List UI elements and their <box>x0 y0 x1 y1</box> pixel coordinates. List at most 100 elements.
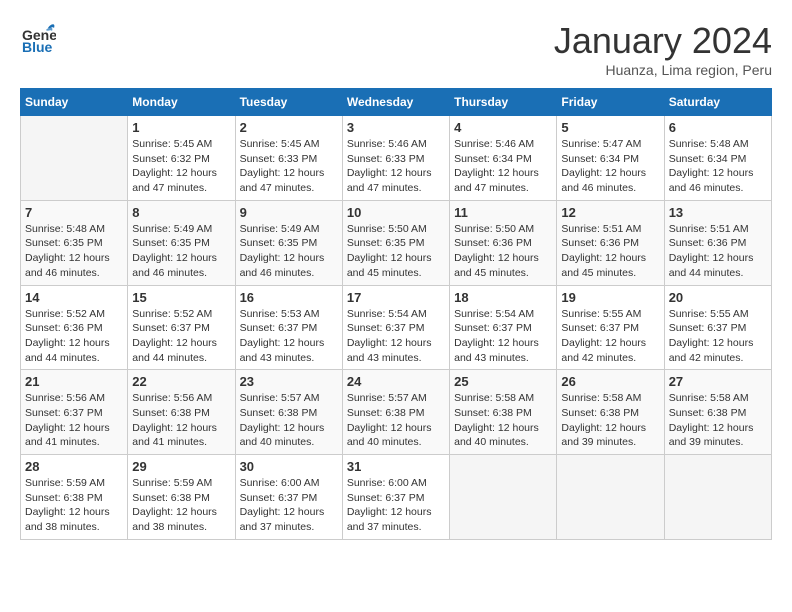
calendar-cell: 12Sunrise: 5:51 AMSunset: 6:36 PMDayligh… <box>557 200 664 285</box>
calendar-cell <box>450 455 557 540</box>
calendar-cell: 10Sunrise: 5:50 AMSunset: 6:35 PMDayligh… <box>342 200 449 285</box>
calendar-cell <box>664 455 771 540</box>
day-info: Sunrise: 5:46 AMSunset: 6:33 PMDaylight:… <box>347 137 445 196</box>
calendar-cell: 14 Sunrise: 5:52 AMSunset: 6:36 PMDayligh… <box>21 285 128 370</box>
calendar-week-5: 28 Sunrise: 5:59 AMSunset: 6:38 PMDayligh… <box>21 455 772 540</box>
day-info: Sunrise: 5:48 AMSunset: 6:34 PMDaylight:… <box>669 137 767 196</box>
day-number: 12 <box>561 205 659 220</box>
calendar-cell: 23Sunrise: 5:57 AMSunset: 6:38 PMDayligh… <box>235 370 342 455</box>
weekday-header-friday: Friday <box>557 89 664 116</box>
day-number: 4 <box>454 120 552 135</box>
day-number: 5 <box>561 120 659 135</box>
page-header: General Blue January 2024 Huanza, Lima r… <box>20 20 772 78</box>
calendar-header: SundayMondayTuesdayWednesdayThursdayFrid… <box>21 89 772 116</box>
location-subtitle: Huanza, Lima region, Peru <box>554 62 772 78</box>
day-number: 13 <box>669 205 767 220</box>
day-info: Sunrise: 5:45 AMSunset: 6:32 PMDaylight:… <box>132 137 230 196</box>
calendar-cell: 16 Sunrise: 5:53 AMSunset: 6:37 PMDayligh… <box>235 285 342 370</box>
day-number: 19 <box>561 290 659 305</box>
calendar-table: SundayMondayTuesdayWednesdayThursdayFrid… <box>20 88 772 540</box>
day-info: Sunrise: 5:59 AMSunset: 6:38 PMDaylight:… <box>25 476 123 535</box>
day-number: 23 <box>240 374 338 389</box>
day-info: Sunrise: 5:56 AMSunset: 6:37 PMDaylight:… <box>25 391 123 450</box>
calendar-cell: 21 Sunrise: 5:56 AMSunset: 6:37 PMDayligh… <box>21 370 128 455</box>
day-number: 26 <box>561 374 659 389</box>
day-number: 14 <box>25 290 123 305</box>
calendar-cell: 28 Sunrise: 5:59 AMSunset: 6:38 PMDayligh… <box>21 455 128 540</box>
day-info: Sunrise: 5:55 AMSunset: 6:37 PMDaylight:… <box>561 307 659 366</box>
calendar-week-2: 7 Sunrise: 5:48 AMSunset: 6:35 PMDaylight… <box>21 200 772 285</box>
logo-icon: General Blue <box>20 20 56 56</box>
calendar-cell <box>557 455 664 540</box>
day-info: Sunrise: 5:53 AMSunset: 6:37 PMDaylight:… <box>240 307 338 366</box>
day-number: 1 <box>132 120 230 135</box>
calendar-cell: 30 Sunrise: 6:00 AMSunset: 6:37 PMDayligh… <box>235 455 342 540</box>
calendar-cell: 9 Sunrise: 5:49 AMSunset: 6:35 PMDaylight… <box>235 200 342 285</box>
calendar-cell: 31Sunrise: 6:00 AMSunset: 6:37 PMDayligh… <box>342 455 449 540</box>
calendar-cell: 25 Sunrise: 5:58 AMSunset: 6:38 PMDayligh… <box>450 370 557 455</box>
calendar-cell <box>21 116 128 201</box>
month-title: January 2024 <box>554 20 772 62</box>
day-info: Sunrise: 5:56 AMSunset: 6:38 PMDaylight:… <box>132 391 230 450</box>
day-info: Sunrise: 5:58 AMSunset: 6:38 PMDaylight:… <box>561 391 659 450</box>
calendar-cell: 19 Sunrise: 5:55 AMSunset: 6:37 PMDayligh… <box>557 285 664 370</box>
day-info: Sunrise: 5:47 AMSunset: 6:34 PMDaylight:… <box>561 137 659 196</box>
day-info: Sunrise: 5:59 AMSunset: 6:38 PMDaylight:… <box>132 476 230 535</box>
day-info: Sunrise: 5:45 AMSunset: 6:33 PMDaylight:… <box>240 137 338 196</box>
svg-text:Blue: Blue <box>22 39 53 55</box>
day-info: Sunrise: 5:49 AMSunset: 6:35 PMDaylight:… <box>132 222 230 281</box>
calendar-cell: 2 Sunrise: 5:45 AMSunset: 6:33 PMDaylight… <box>235 116 342 201</box>
day-info: Sunrise: 5:55 AMSunset: 6:37 PMDaylight:… <box>669 307 767 366</box>
day-number: 7 <box>25 205 123 220</box>
calendar-cell: 17Sunrise: 5:54 AMSunset: 6:37 PMDayligh… <box>342 285 449 370</box>
calendar-week-4: 21 Sunrise: 5:56 AMSunset: 6:37 PMDayligh… <box>21 370 772 455</box>
day-number: 11 <box>454 205 552 220</box>
day-info: Sunrise: 5:51 AMSunset: 6:36 PMDaylight:… <box>669 222 767 281</box>
day-info: Sunrise: 5:50 AMSunset: 6:36 PMDaylight:… <box>454 222 552 281</box>
calendar-cell: 3Sunrise: 5:46 AMSunset: 6:33 PMDaylight… <box>342 116 449 201</box>
calendar-week-1: 1 Sunrise: 5:45 AMSunset: 6:32 PMDaylight… <box>21 116 772 201</box>
day-number: 2 <box>240 120 338 135</box>
weekday-header-monday: Monday <box>128 89 235 116</box>
day-number: 16 <box>240 290 338 305</box>
day-info: Sunrise: 6:00 AMSunset: 6:37 PMDaylight:… <box>347 476 445 535</box>
weekday-header-row: SundayMondayTuesdayWednesdayThursdayFrid… <box>21 89 772 116</box>
calendar-cell: 18Sunrise: 5:54 AMSunset: 6:37 PMDayligh… <box>450 285 557 370</box>
calendar-body: 1 Sunrise: 5:45 AMSunset: 6:32 PMDaylight… <box>21 116 772 540</box>
calendar-cell: 29 Sunrise: 5:59 AMSunset: 6:38 PMDayligh… <box>128 455 235 540</box>
logo: General Blue <box>20 20 56 56</box>
day-number: 22 <box>132 374 230 389</box>
day-number: 28 <box>25 459 123 474</box>
day-number: 24 <box>347 374 445 389</box>
day-number: 25 <box>454 374 552 389</box>
calendar-week-3: 14 Sunrise: 5:52 AMSunset: 6:36 PMDayligh… <box>21 285 772 370</box>
day-info: Sunrise: 5:49 AMSunset: 6:35 PMDaylight:… <box>240 222 338 281</box>
day-info: Sunrise: 5:52 AMSunset: 6:37 PMDaylight:… <box>132 307 230 366</box>
day-info: Sunrise: 5:48 AMSunset: 6:35 PMDaylight:… <box>25 222 123 281</box>
calendar-cell: 11 Sunrise: 5:50 AMSunset: 6:36 PMDayligh… <box>450 200 557 285</box>
calendar-cell: 26 Sunrise: 5:58 AMSunset: 6:38 PMDayligh… <box>557 370 664 455</box>
day-info: Sunrise: 6:00 AMSunset: 6:37 PMDaylight:… <box>240 476 338 535</box>
day-info: Sunrise: 5:58 AMSunset: 6:38 PMDaylight:… <box>454 391 552 450</box>
calendar-cell: 24 Sunrise: 5:57 AMSunset: 6:38 PMDayligh… <box>342 370 449 455</box>
weekday-header-thursday: Thursday <box>450 89 557 116</box>
calendar-cell: 27 Sunrise: 5:58 AMSunset: 6:38 PMDayligh… <box>664 370 771 455</box>
weekday-header-saturday: Saturday <box>664 89 771 116</box>
calendar-cell: 4Sunrise: 5:46 AMSunset: 6:34 PMDaylight… <box>450 116 557 201</box>
day-info: Sunrise: 5:52 AMSunset: 6:36 PMDaylight:… <box>25 307 123 366</box>
calendar-cell: 8Sunrise: 5:49 AMSunset: 6:35 PMDaylight… <box>128 200 235 285</box>
day-number: 9 <box>240 205 338 220</box>
calendar-cell: 6 Sunrise: 5:48 AMSunset: 6:34 PMDaylight… <box>664 116 771 201</box>
day-info: Sunrise: 5:57 AMSunset: 6:38 PMDaylight:… <box>347 391 445 450</box>
day-info: Sunrise: 5:50 AMSunset: 6:35 PMDaylight:… <box>347 222 445 281</box>
calendar-cell: 22 Sunrise: 5:56 AMSunset: 6:38 PMDayligh… <box>128 370 235 455</box>
day-number: 6 <box>669 120 767 135</box>
day-number: 30 <box>240 459 338 474</box>
day-number: 29 <box>132 459 230 474</box>
day-info: Sunrise: 5:54 AMSunset: 6:37 PMDaylight:… <box>347 307 445 366</box>
day-number: 18 <box>454 290 552 305</box>
day-number: 27 <box>669 374 767 389</box>
day-info: Sunrise: 5:58 AMSunset: 6:38 PMDaylight:… <box>669 391 767 450</box>
day-number: 15 <box>132 290 230 305</box>
day-number: 21 <box>25 374 123 389</box>
